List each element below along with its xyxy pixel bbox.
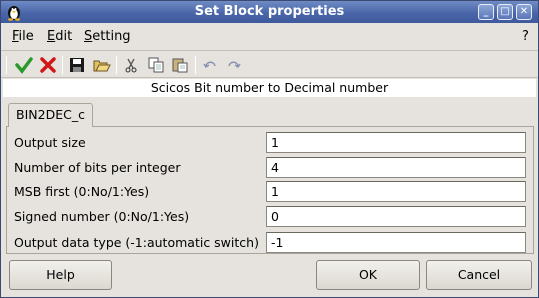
menu-help[interactable]: ? bbox=[522, 29, 529, 44]
toolbar-separator bbox=[62, 56, 63, 74]
help-button[interactable]: Help bbox=[9, 260, 112, 290]
cancel-x-icon bbox=[40, 57, 56, 73]
paste-button[interactable] bbox=[170, 55, 190, 75]
signed-number-input[interactable]: 0 bbox=[266, 206, 526, 227]
ok-button[interactable]: OK bbox=[316, 260, 420, 290]
field-label-output-data-type: Output data type (-1:automatic switch) bbox=[14, 235, 259, 250]
minimize-icon: _ bbox=[483, 6, 489, 17]
dialog-window: Set Block properties _ □ ✕ File Edit Set… bbox=[0, 0, 539, 298]
menu-file[interactable]: File bbox=[12, 29, 34, 44]
output-size-input[interactable]: 1 bbox=[266, 132, 526, 153]
field-label-output-size: Output size bbox=[14, 135, 86, 150]
tab-bin2dec-c[interactable]: BIN2DEC_c bbox=[8, 103, 93, 127]
cut-icon bbox=[125, 58, 137, 73]
field-label-signed-number: Signed number (0:No/1:Yes) bbox=[14, 209, 190, 224]
toolbar bbox=[1, 52, 538, 78]
msb-first-input[interactable]: 1 bbox=[266, 181, 526, 202]
open-icon bbox=[93, 60, 111, 72]
undo-button[interactable] bbox=[200, 55, 220, 75]
copy-icon bbox=[148, 57, 164, 73]
cancel-x-button[interactable] bbox=[38, 55, 58, 75]
open-button[interactable] bbox=[92, 55, 112, 75]
bits-per-integer-input[interactable]: 4 bbox=[266, 157, 526, 178]
toolbar-separator bbox=[195, 56, 196, 74]
output-data-type-input[interactable]: -1 bbox=[266, 232, 526, 253]
minimize-button[interactable]: _ bbox=[478, 4, 494, 20]
field-label-bits-per-integer: Number of bits per integer bbox=[14, 160, 181, 175]
cancel-button[interactable]: Cancel bbox=[426, 260, 532, 290]
cut-button[interactable] bbox=[121, 55, 141, 75]
save-button[interactable] bbox=[67, 55, 87, 75]
menu-edit[interactable]: Edit bbox=[47, 29, 72, 44]
maximize-icon: □ bbox=[500, 6, 510, 17]
menu-bar: File Edit Setting ? bbox=[1, 23, 538, 51]
menu-setting[interactable]: Setting bbox=[84, 29, 131, 44]
ok-check-button[interactable] bbox=[14, 55, 34, 75]
undo-icon bbox=[203, 61, 216, 69]
redo-button[interactable] bbox=[224, 55, 244, 75]
window-title: Set Block properties bbox=[194, 4, 345, 19]
save-icon bbox=[70, 58, 84, 72]
close-icon: ✕ bbox=[519, 6, 529, 17]
maximize-button[interactable]: □ bbox=[497, 4, 513, 20]
copy-button[interactable] bbox=[146, 55, 166, 75]
title-bar[interactable]: Set Block properties _ □ ✕ bbox=[1, 1, 538, 23]
paste-icon bbox=[172, 58, 188, 73]
toolbar-separator bbox=[116, 56, 117, 74]
ok-check-icon bbox=[15, 57, 33, 74]
toolbar-separator bbox=[6, 56, 7, 74]
close-window-button[interactable]: ✕ bbox=[516, 4, 532, 20]
field-label-msb-first: MSB first (0:No/1:Yes) bbox=[14, 184, 150, 199]
block-description: Scicos Bit number to Decimal number bbox=[3, 79, 536, 97]
redo-icon bbox=[228, 61, 241, 69]
